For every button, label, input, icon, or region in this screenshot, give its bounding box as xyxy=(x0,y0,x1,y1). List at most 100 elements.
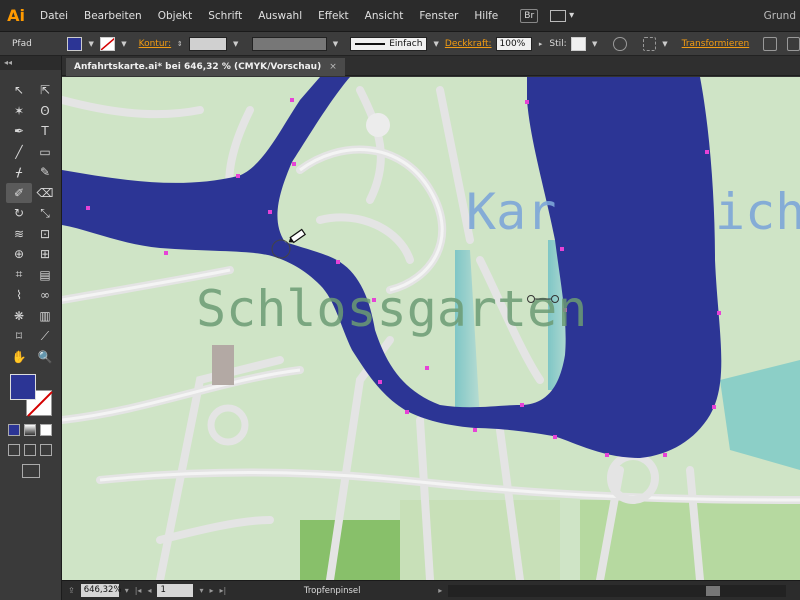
draw-normal-icon[interactable] xyxy=(8,444,20,456)
previous-artboard-icon[interactable]: ◂ xyxy=(147,586,151,595)
chevron-down-icon[interactable]: ▾ xyxy=(125,586,129,595)
map-artwork: Schlossgarten Kar ich xyxy=(62,77,800,580)
chevron-down-icon[interactable]: ▼ xyxy=(231,37,240,51)
status-bar: ⇪ 646,32% ▾ |◂ ◂ 1 ▾ ▸ ▸| Tropfenpinsel … xyxy=(62,580,800,600)
shape-builder-tool-icon[interactable]: ⊕ xyxy=(6,244,32,265)
horizontal-scrollbar[interactable] xyxy=(448,584,786,597)
pen-tool-icon[interactable]: ✒ xyxy=(6,121,32,142)
variable-width-profile-field[interactable] xyxy=(252,36,327,51)
transform-panel-link[interactable]: Transformieren xyxy=(682,39,750,49)
no-stroke-icon xyxy=(100,37,115,50)
brush-definition-field[interactable]: Einfach xyxy=(350,36,428,51)
chevron-down-icon[interactable]: ▼ xyxy=(331,37,340,51)
menu-hilfe[interactable]: Hilfe xyxy=(466,0,506,32)
chevron-down-icon[interactable]: ▾ xyxy=(199,586,203,595)
magic-wand-tool-icon[interactable]: ✶ xyxy=(6,101,32,122)
menu-datei[interactable]: Datei xyxy=(32,0,76,32)
arrange-documents-icon xyxy=(550,9,567,22)
blend-tool-icon[interactable]: ∞ xyxy=(32,285,58,306)
status-menu-icon[interactable]: ▸ xyxy=(438,586,442,595)
bridge-button[interactable]: Br xyxy=(520,8,539,23)
mesh-tool-icon[interactable]: ⌗ xyxy=(6,265,32,286)
direct-selection-tool-icon[interactable]: ⇱ xyxy=(32,80,58,101)
gradient-mode-icon[interactable] xyxy=(24,424,36,436)
line-tool-icon[interactable]: ╱ xyxy=(6,142,32,163)
blob-brush-tool-icon[interactable]: ✐ xyxy=(6,182,32,203)
tool-grid: ↖ ⇱ ✶ ʘ ✒ T ╱ ▭ ᚋ ✎ ✐ ⌫ ↻ ⤡ ≋ ⊡ ⊕ ⊞ ⌗ ▤ ⌇ ∞ ❋ ▥ ⌑ ⟋ ✋ 🔍 xyxy=(0,80,61,367)
menu-effekt[interactable]: Effekt xyxy=(310,0,357,32)
draw-inside-icon[interactable] xyxy=(40,444,52,456)
panel-menu-icon[interactable] xyxy=(786,36,800,51)
last-artboard-icon[interactable]: ▸| xyxy=(219,586,226,595)
pencil-tool-icon[interactable]: ✎ xyxy=(32,162,58,183)
selection-tool-icon[interactable]: ↖ xyxy=(6,80,32,101)
chevron-down-icon: ▾ xyxy=(569,10,575,21)
document-tab[interactable]: Anfahrtskarte.ai* bei 646,32 % (CMYK/Vor… xyxy=(66,58,345,76)
artboard-tool-icon[interactable]: ⌑ xyxy=(6,326,32,347)
next-artboard-icon[interactable]: ▸ xyxy=(209,586,213,595)
gradient-tool-icon[interactable]: ▤ xyxy=(32,265,58,286)
close-tab-icon[interactable]: × xyxy=(329,58,337,76)
workspace-switcher[interactable]: Grund xyxy=(764,0,796,32)
chevron-down-icon[interactable]: ▼ xyxy=(86,37,95,51)
stepper-icon[interactable]: ⇕ xyxy=(175,37,184,51)
free-transform-tool-icon[interactable]: ⊡ xyxy=(32,224,58,245)
symbol-sprayer-tool-icon[interactable]: ❋ xyxy=(6,306,32,327)
slice-tool-icon[interactable]: ⟋ xyxy=(32,326,58,347)
none-mode-icon[interactable] xyxy=(40,424,52,436)
eyedropper-tool-icon[interactable]: ⌇ xyxy=(6,285,32,306)
control-bar: Pfad ▼ ▼ Kontur: ⇕ ▼ ▼ Einfach ▼ Deckkra… xyxy=(0,32,800,56)
arrange-documents-button[interactable]: ▾ xyxy=(550,9,575,22)
graphic-style-swatch[interactable] xyxy=(570,36,586,51)
isolate-object-icon[interactable] xyxy=(763,36,777,51)
fill-color-swatch[interactable] xyxy=(67,36,83,51)
recolor-artwork-icon[interactable] xyxy=(613,36,627,51)
stroke-weight-field[interactable] xyxy=(188,36,227,51)
column-graph-tool-icon[interactable]: ▥ xyxy=(32,306,58,327)
opacity-field[interactable]: 100% xyxy=(495,36,532,51)
menu-bar: Ai Datei Bearbeiten Objekt Schrift Auswa… xyxy=(0,0,800,32)
chevron-down-icon[interactable]: ▼ xyxy=(590,37,599,51)
menu-fenster[interactable]: Fenster xyxy=(411,0,466,32)
menu-auswahl[interactable]: Auswahl xyxy=(250,0,310,32)
stroke-weight-label[interactable]: Kontur: xyxy=(139,39,171,49)
fill-swatch[interactable] xyxy=(10,374,36,400)
hand-tool-icon[interactable]: ✋ xyxy=(6,347,32,368)
zoom-tool-icon[interactable]: 🔍 xyxy=(32,347,58,368)
menu-bearbeiten[interactable]: Bearbeiten xyxy=(76,0,150,32)
chevron-down-icon[interactable]: ▼ xyxy=(431,37,440,51)
draw-mode-buttons xyxy=(8,444,52,456)
menu-objekt[interactable]: Objekt xyxy=(150,0,201,32)
lasso-tool-icon[interactable]: ʘ xyxy=(32,101,58,122)
color-mode-icon[interactable] xyxy=(8,424,20,436)
perspective-grid-tool-icon[interactable]: ⊞ xyxy=(32,244,58,265)
paintbrush-tool-icon[interactable]: ᚋ xyxy=(6,162,32,183)
scrollbar-thumb[interactable] xyxy=(706,585,721,596)
menu-schrift[interactable]: Schrift xyxy=(200,0,250,32)
stroke-color-swatch[interactable] xyxy=(99,36,116,51)
draw-behind-icon[interactable] xyxy=(24,444,36,456)
fill-stroke-widget xyxy=(8,372,56,420)
screen-mode-icon[interactable] xyxy=(22,464,40,478)
scale-tool-icon[interactable]: ⤡ xyxy=(32,203,58,224)
eraser-tool-icon[interactable]: ⌫ xyxy=(32,183,58,204)
share-icon[interactable]: ⇪ xyxy=(68,586,75,595)
building xyxy=(212,345,234,385)
current-tool-status[interactable]: Tropfenpinsel xyxy=(232,586,432,596)
first-artboard-icon[interactable]: |◂ xyxy=(135,586,142,595)
zoom-level-field[interactable]: 646,32% xyxy=(80,584,122,597)
artboard-canvas[interactable]: Schlossgarten Kar ich xyxy=(62,77,800,580)
park-label: Schlossgarten xyxy=(196,280,587,338)
rotate-tool-icon[interactable]: ↻ xyxy=(6,203,32,224)
rectangle-tool-icon[interactable]: ▭ xyxy=(32,142,58,163)
menu-ansicht[interactable]: Ansicht xyxy=(357,0,412,32)
chevron-down-icon[interactable]: ▼ xyxy=(119,37,128,51)
chevron-right-icon[interactable]: ▸ xyxy=(536,37,545,51)
align-to-icon[interactable] xyxy=(642,36,657,51)
warp-tool-icon[interactable]: ≋ xyxy=(6,224,32,245)
type-tool-icon[interactable]: T xyxy=(32,121,58,142)
artboard-number-field[interactable]: 1 xyxy=(157,584,194,597)
tools-panel-grip[interactable]: ◂◂ xyxy=(0,56,61,70)
chevron-down-icon[interactable]: ▼ xyxy=(660,37,669,51)
opacity-label[interactable]: Deckkraft: xyxy=(445,39,492,49)
